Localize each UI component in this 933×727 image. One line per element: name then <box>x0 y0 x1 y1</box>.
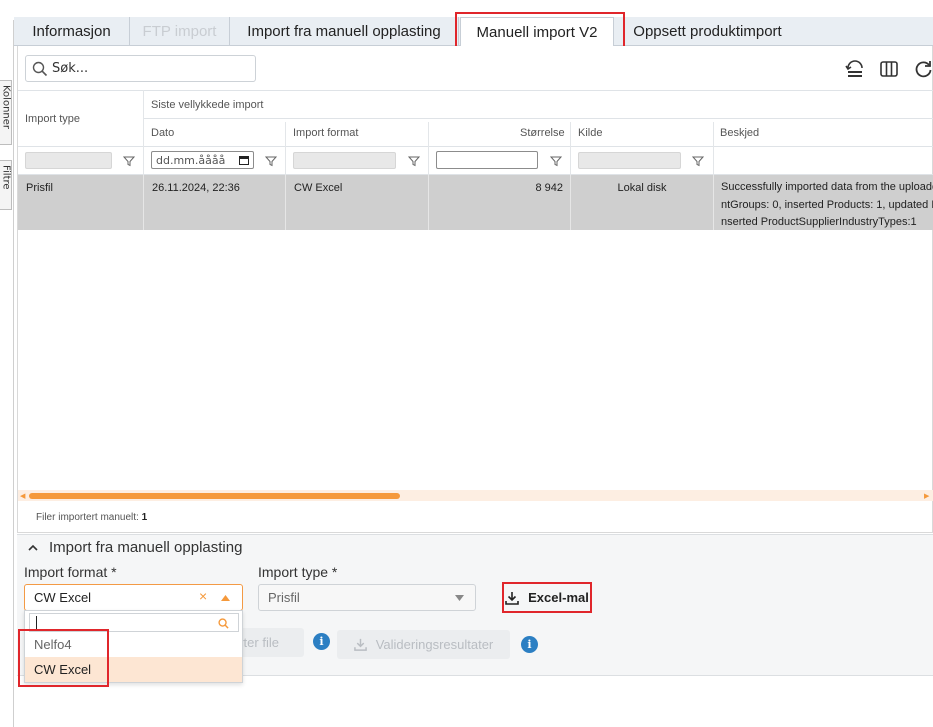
import-type-value: Prisfil <box>268 590 300 605</box>
info-icon[interactable]: i <box>521 636 538 653</box>
tab-import-fra-manuell-opplasting[interactable]: Import fra manuell opplasting <box>230 17 459 46</box>
caret-down-icon[interactable] <box>455 595 464 601</box>
header-import-format[interactable]: Import format <box>293 127 358 139</box>
funnel-icon[interactable] <box>408 155 420 167</box>
side-tab-filtre-label: Filtre <box>0 165 12 190</box>
cell-beskjed-line: ntGroups: 0, inserted Products: 1, updat… <box>721 198 933 211</box>
filter-kilde[interactable] <box>578 152 681 169</box>
row-col-divider-1 <box>143 175 144 230</box>
cell-import-format: CW Excel <box>294 182 343 194</box>
filter-import-format[interactable] <box>293 152 396 169</box>
import-grid <box>17 46 933 533</box>
header-dato[interactable]: Dato <box>151 127 174 139</box>
tab-ftp-import-label: FTP import <box>142 23 217 40</box>
filter-import-type[interactable] <box>25 152 112 169</box>
side-tab-kolonner[interactable]: Kolonner <box>0 80 12 145</box>
filter-storrelse-input[interactable] <box>436 151 538 169</box>
funnel-icon[interactable] <box>692 155 704 167</box>
side-panel-divider <box>13 20 14 727</box>
manual-upload-title: Import fra manuell opplasting <box>49 539 243 556</box>
caret-up-icon[interactable] <box>221 595 230 601</box>
funnel-icon[interactable] <box>265 155 277 167</box>
row-col-divider-5 <box>713 175 714 230</box>
chevron-up-icon <box>28 544 38 551</box>
download-icon <box>353 638 367 651</box>
cell-beskjed-line: nserted ProductSupplierIndustryTypes:1 <box>721 216 917 228</box>
import-type-select[interactable]: Prisfil <box>258 584 476 611</box>
funnel-icon[interactable] <box>550 155 562 167</box>
side-tab-filtre[interactable]: Filtre <box>0 160 12 210</box>
import-format-select[interactable]: CW Excel × <box>24 584 243 611</box>
header-beskjed[interactable]: Beskjed <box>720 127 759 139</box>
scroll-right-icon[interactable]: ▶ <box>924 492 929 500</box>
info-icon[interactable]: i <box>313 633 330 650</box>
tab-informasjon-label: Informasjon <box>32 23 111 40</box>
tab-ftp-import: FTP import <box>130 17 230 46</box>
clear-filter-icon[interactable] <box>844 58 866 80</box>
row-col-divider-2 <box>285 175 286 230</box>
cell-beskjed-line: Successfully imported data from the uplo… <box>721 181 933 193</box>
text-cursor <box>36 616 37 629</box>
footer-label: Filer importert manuelt: <box>36 512 139 523</box>
tab-import-fra-manuell-opplasting-label: Import fra manuell opplasting <box>247 23 441 40</box>
cell-kilde: Lokal disk <box>617 182 667 194</box>
tab-oppsett-produktimport-label: Oppsett produktimport <box>633 23 782 40</box>
cell-beskjed: Successfully imported data from the uplo… <box>721 179 933 232</box>
filter-dato-input[interactable]: dd.mm.åååå <box>151 151 254 169</box>
validation-results-button: Valideringsresultater <box>337 630 510 659</box>
cell-dato: 26.11.2024, 22:36 <box>152 182 240 194</box>
tab-oppsett-produktimport[interactable]: Oppsett produktimport <box>614 17 801 46</box>
import-format-value: CW Excel <box>34 590 92 605</box>
scroll-left-icon[interactable]: ◀ <box>20 492 25 500</box>
calendar-icon[interactable] <box>239 155 249 165</box>
manual-upload-header[interactable]: Import fra manuell opplasting <box>27 539 242 556</box>
funnel-icon[interactable] <box>123 155 135 167</box>
filter-dato-placeholder: dd.mm.åååå <box>156 153 226 167</box>
tab-informasjon[interactable]: Informasjon <box>14 17 130 46</box>
header-storrelse[interactable]: Størrelse <box>520 127 565 139</box>
cell-import-type: Prisfil <box>26 182 53 194</box>
row-col-divider-4 <box>570 175 571 230</box>
grid-footer: Filer importert manuelt: 1 <box>36 512 147 523</box>
header-kilde[interactable]: Kilde <box>578 127 602 139</box>
highlight-box-dropdown <box>18 629 109 687</box>
import-type-label: Import type * <box>258 564 338 580</box>
side-tab-kolonner-label: Kolonner <box>0 85 12 130</box>
header-import-type[interactable]: Import type <box>25 113 80 125</box>
highlight-box-excel-mal <box>502 582 592 613</box>
search-input[interactable]: Søk... <box>25 55 256 82</box>
refresh-icon[interactable] <box>912 58 933 80</box>
search-icon <box>218 618 229 629</box>
import-format-label: Import format * <box>24 564 117 580</box>
row-col-divider-3 <box>428 175 429 230</box>
group-header-divider <box>143 118 933 119</box>
columns-icon[interactable] <box>878 58 900 80</box>
grid-header-top-border <box>18 90 933 91</box>
search-icon <box>32 61 48 76</box>
header-group-siste-vellykkede-import: Siste vellykkede import <box>151 99 264 111</box>
cell-storrelse: 8 942 <box>535 182 563 194</box>
horizontal-scrollbar-thumb[interactable] <box>29 493 400 499</box>
search-placeholder: Søk... <box>52 61 89 76</box>
validation-results-label: Valideringsresultater <box>375 637 494 652</box>
clear-icon[interactable]: × <box>199 588 207 604</box>
header-bottom-border <box>18 146 933 147</box>
footer-count: 1 <box>141 512 148 523</box>
